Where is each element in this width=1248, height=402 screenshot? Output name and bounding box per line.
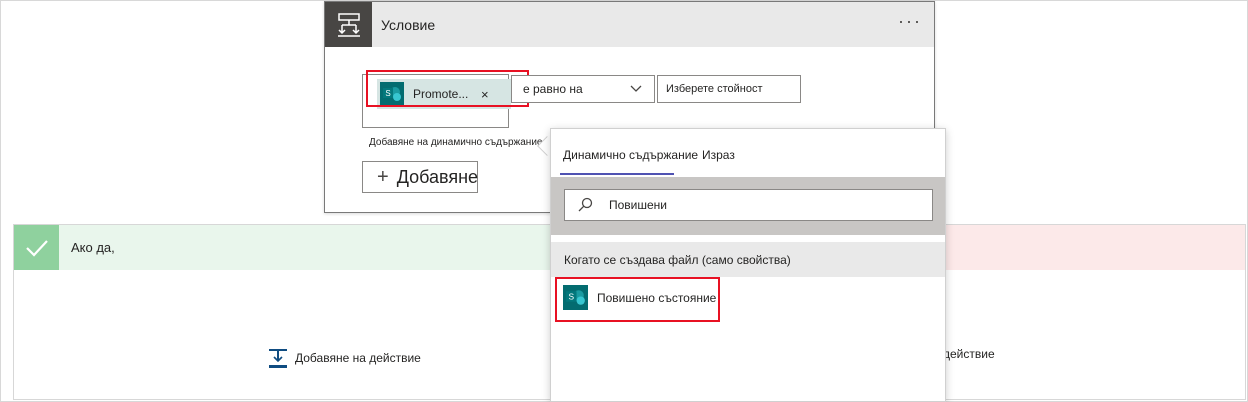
add-action-label-yes: Добавяне на действие [295, 351, 421, 365]
tab-expression[interactable]: Израз [702, 148, 735, 162]
add-action-label-no: действие [943, 347, 995, 361]
condition-header[interactable]: Условие ··· [325, 2, 934, 47]
branch-yes-header[interactable]: Ако да, [14, 225, 618, 270]
condition-icon [325, 2, 372, 47]
condition-title: Условие [381, 16, 436, 33]
branch-yes-title: Ако да, [71, 240, 115, 255]
plus-icon: + [377, 166, 389, 188]
operator-dropdown[interactable]: е равно на [511, 75, 655, 103]
search-area: Повишени [551, 177, 945, 235]
active-tab-indicator [560, 173, 674, 175]
chevron-down-icon [630, 85, 642, 92]
add-dynamic-content-link[interactable]: Добавяне на динамично съдържание + [369, 137, 562, 148]
trigger-section-header[interactable]: Когато се създава файл (само свойства) [551, 242, 945, 277]
add-action-button-no[interactable]: действие [943, 347, 995, 361]
search-value: Повишени [609, 198, 668, 212]
dynamic-content-flyout: Динамично съдържание Израз Повишени Кога… [550, 128, 946, 402]
more-options-icon[interactable]: ··· [898, 12, 922, 30]
search-icon [578, 197, 593, 212]
token-highlight [366, 70, 529, 107]
search-input[interactable]: Повишени [564, 189, 933, 221]
add-action-icon [269, 349, 287, 368]
result-highlight [555, 277, 720, 322]
add-button-label: Добавяне [396, 166, 479, 187]
branch-if-yes: Ако да, Добавяне на действие [13, 224, 619, 400]
tab-dynamic-content[interactable]: Динамично съдържание [563, 148, 698, 162]
operator-value: е равно на [523, 82, 583, 96]
add-action-button-yes[interactable]: Добавяне на действие [267, 347, 421, 369]
right-operand-input[interactable]: Изберете стойност [657, 75, 801, 103]
add-dynamic-content-label: Добавяне на динамично съдържание [369, 137, 543, 148]
checkmark-icon [14, 225, 59, 270]
add-condition-button[interactable]: + Добавяне [362, 161, 478, 193]
flyout-tabs: Динамично съдържание Израз [551, 129, 945, 175]
right-operand-placeholder: Изберете стойност [666, 83, 763, 95]
